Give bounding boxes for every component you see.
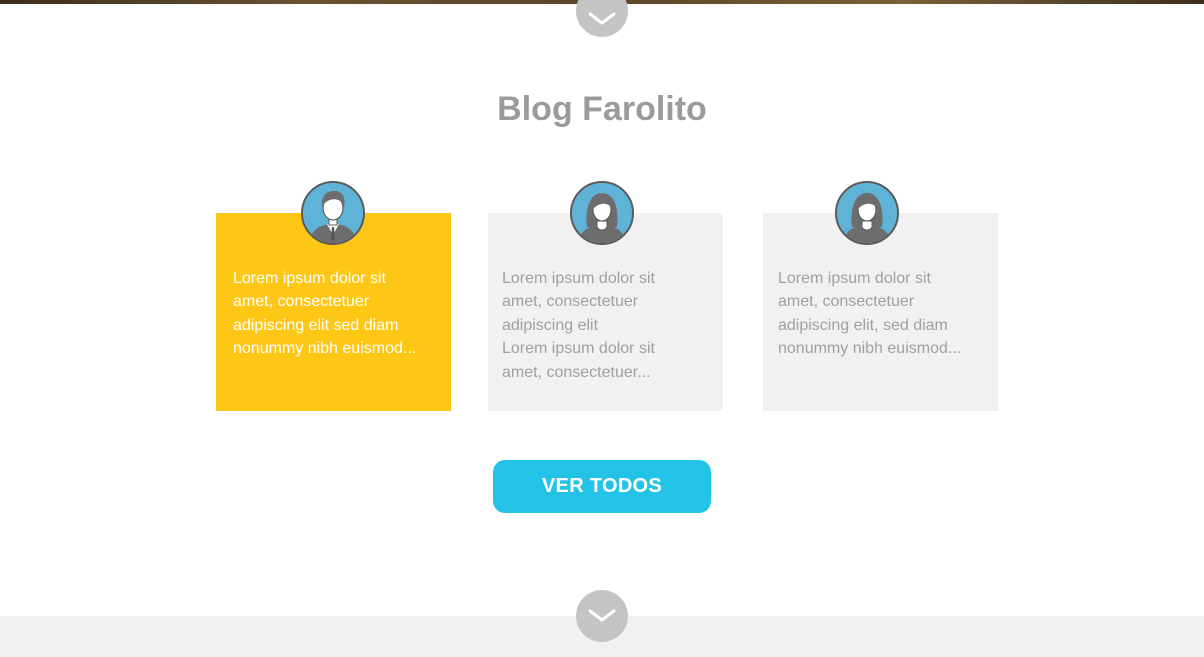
male-user-icon (301, 181, 365, 245)
blog-section: Blog Farolito Lorem ipsum dolor sit amet… (0, 0, 1204, 657)
female-user-icon (835, 181, 899, 245)
blog-card-text: Lorem ipsum dolor sit amet, consectetuer… (233, 270, 417, 358)
blog-card-text: Lorem ipsum dolor sit amet, consectetuer… (502, 270, 655, 381)
blog-card[interactable]: Lorem ipsum dolor sit amet, consectetuer… (763, 213, 998, 411)
blog-card-text: Lorem ipsum dolor sit amet, consectetuer… (778, 270, 962, 358)
female-user-icon (570, 181, 634, 245)
scroll-down-button-top[interactable] (576, 0, 628, 37)
scroll-down-button-bottom[interactable] (576, 590, 628, 642)
section-title: Blog Farolito (497, 90, 707, 128)
chevron-down-icon (585, 599, 619, 633)
see-all-button[interactable]: VER TODOS (493, 460, 711, 513)
chevron-down-icon (585, 0, 619, 28)
